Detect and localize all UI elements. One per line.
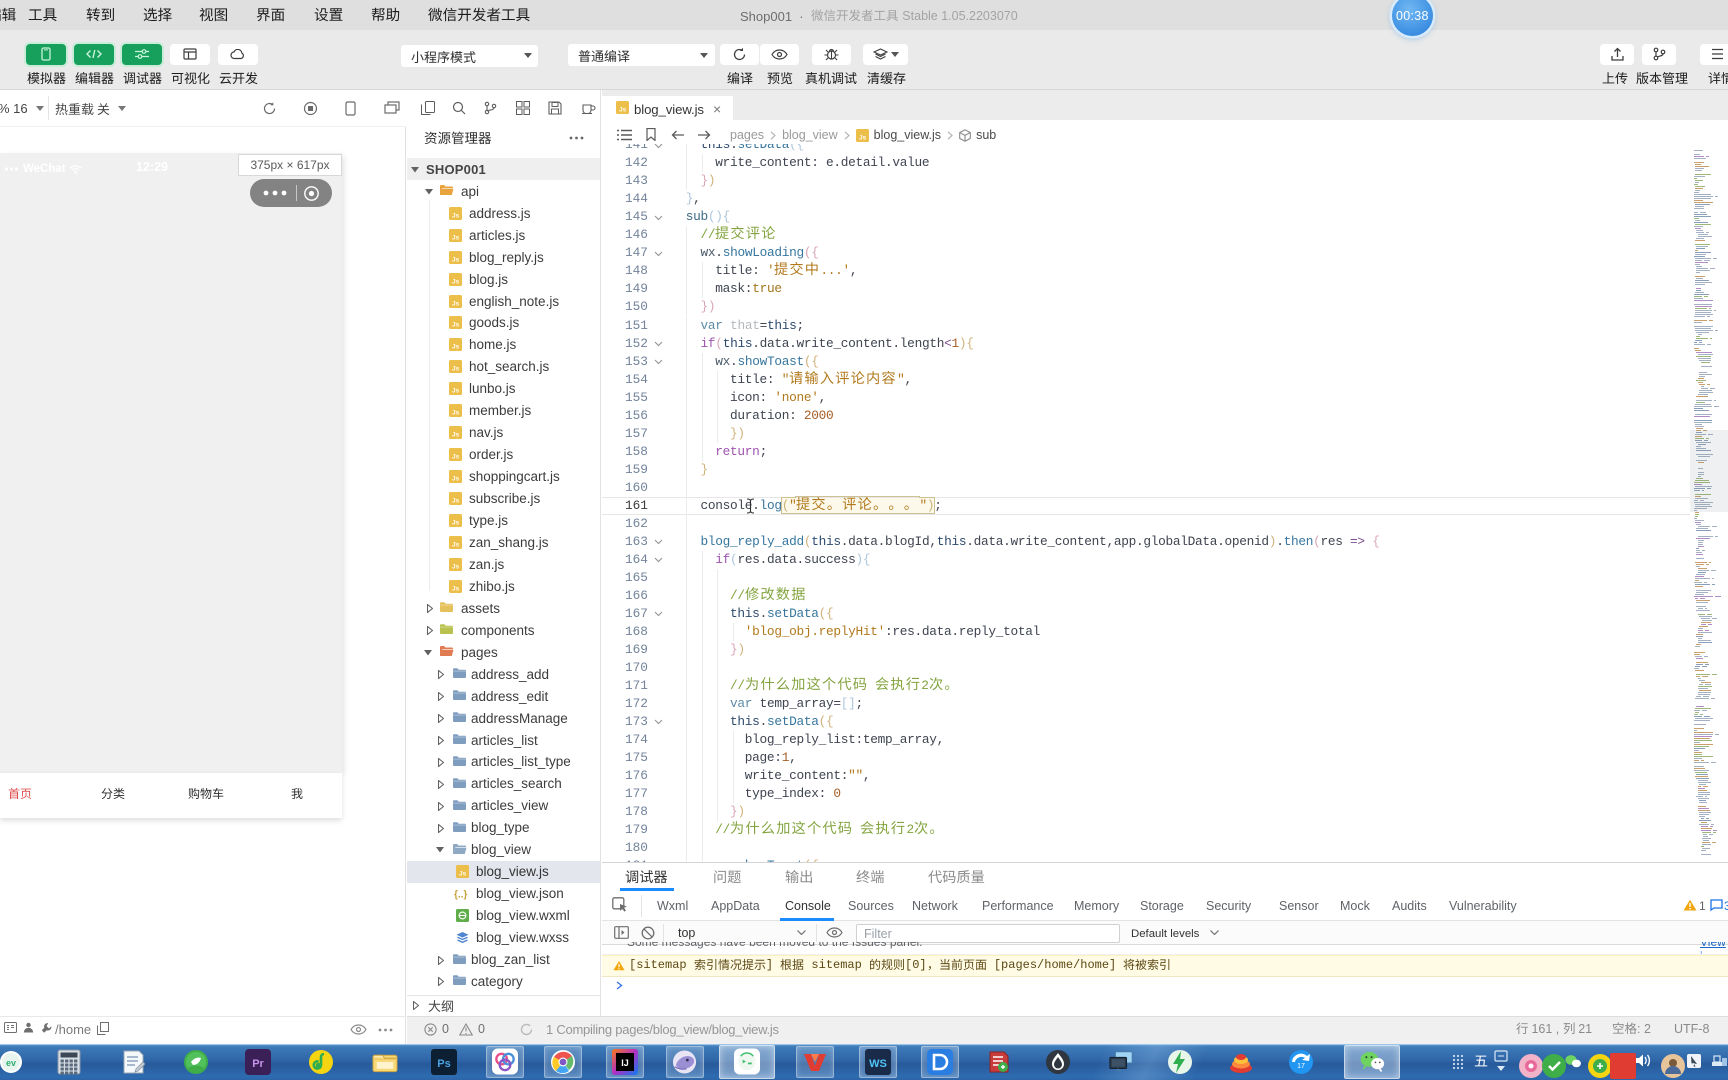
svg-text:Js: Js	[452, 454, 460, 461]
svg-text:Js: Js	[452, 234, 460, 241]
svg-text:Js: Js	[452, 585, 460, 592]
svg-text:ev: ev	[6, 1058, 16, 1068]
svg-text:Ps: Ps	[437, 1058, 450, 1070]
svg-text:Js: Js	[452, 498, 460, 505]
svg-text:Js: Js	[452, 432, 460, 439]
svg-text:Js: Js	[452, 212, 460, 219]
svg-text:Js: Js	[452, 344, 460, 351]
svg-text:Js: Js	[452, 256, 460, 263]
svg-text:Js: Js	[452, 476, 460, 483]
svg-text:Js: Js	[452, 410, 460, 417]
svg-text:WS: WS	[869, 1058, 887, 1070]
svg-text:Js: Js	[452, 541, 460, 548]
svg-text:Js: Js	[452, 366, 460, 373]
svg-text:Js: Js	[619, 107, 627, 114]
svg-text:Js: Js	[859, 134, 867, 141]
svg-text:Js: Js	[452, 563, 460, 570]
svg-text:17: 17	[1297, 1063, 1305, 1070]
svg-text:Js: Js	[459, 871, 467, 878]
svg-text:Js: Js	[452, 300, 460, 307]
svg-text:IJ: IJ	[621, 1058, 629, 1068]
svg-text:Js: Js	[452, 322, 460, 329]
svg-text:Js: Js	[452, 388, 460, 395]
svg-text:Js: Js	[452, 278, 460, 285]
svg-text:Js: Js	[452, 520, 460, 527]
svg-text:{..}: {..}	[454, 889, 467, 900]
svg-text:Pr: Pr	[252, 1058, 264, 1070]
